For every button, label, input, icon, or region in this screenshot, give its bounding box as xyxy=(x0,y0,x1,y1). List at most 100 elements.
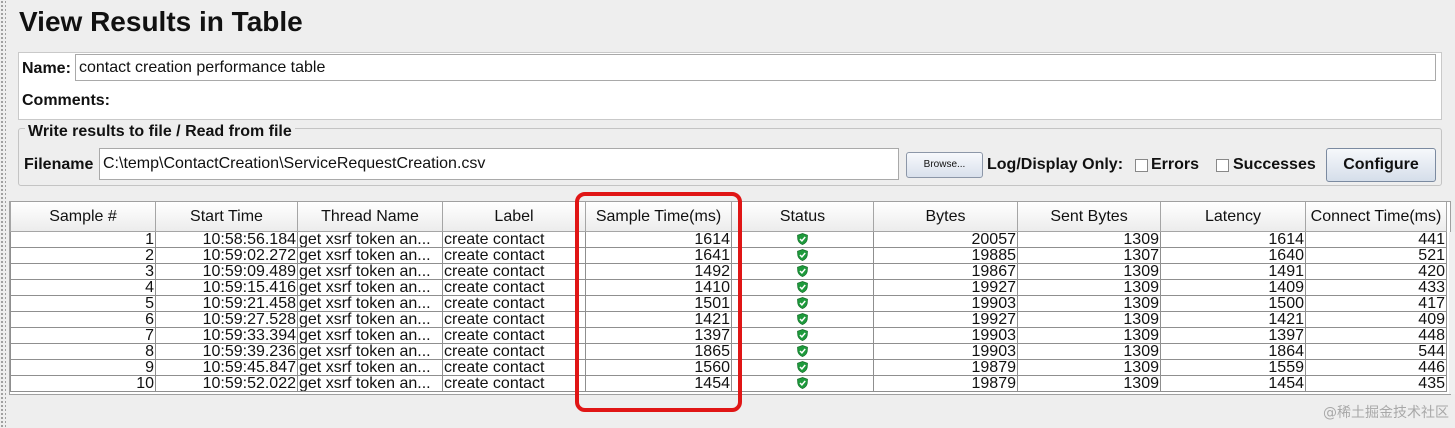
cell-bytes: 19879 xyxy=(873,359,1018,376)
cell-start-time: 10:59:52.022 xyxy=(155,375,298,392)
cell-connect-time: 433 xyxy=(1305,279,1447,296)
cell-label: create contact xyxy=(442,359,586,376)
cell-bytes: 19903 xyxy=(873,343,1018,360)
status-success-icon xyxy=(797,265,808,277)
write-results-group: Write results to file / Read from file F… xyxy=(18,123,1442,186)
cell-latency: 1500 xyxy=(1160,295,1306,312)
cell-sample-number: 10 xyxy=(10,375,156,392)
column-header-thread-name[interactable]: Thread Name xyxy=(297,202,443,232)
cell-thread-name: get xsrf token an... xyxy=(297,327,443,344)
column-header-start-time[interactable]: Start Time xyxy=(155,202,298,232)
cell-sent-bytes: 1309 xyxy=(1017,327,1161,344)
successes-label: Successes xyxy=(1233,156,1316,173)
write-results-legend: Write results to file / Read from file xyxy=(25,123,295,141)
cell-latency: 1454 xyxy=(1160,375,1306,392)
cell-latency: 1421 xyxy=(1160,311,1306,328)
status-success-icon xyxy=(797,249,808,261)
cell-sent-bytes: 1309 xyxy=(1017,231,1161,248)
status-success-icon xyxy=(797,361,808,373)
cell-sent-bytes: 1309 xyxy=(1017,263,1161,280)
cell-connect-time: 409 xyxy=(1305,311,1447,328)
cell-latency: 1640 xyxy=(1160,247,1306,264)
cell-label: create contact xyxy=(442,375,586,392)
page-title: View Results in Table xyxy=(19,6,303,37)
cell-start-time: 10:59:39.236 xyxy=(155,343,298,360)
cell-thread-name: get xsrf token an... xyxy=(297,263,443,280)
cell-connect-time: 446 xyxy=(1305,359,1447,376)
column-header-sample-number[interactable]: Sample # xyxy=(10,202,156,232)
cell-thread-name: get xsrf token an... xyxy=(297,295,443,312)
cell-status xyxy=(731,263,874,280)
status-success-icon xyxy=(797,377,808,389)
name-label: Name: xyxy=(22,60,71,77)
cell-thread-name: get xsrf token an... xyxy=(297,311,443,328)
successes-checkbox[interactable] xyxy=(1216,159,1229,172)
cell-sent-bytes: 1309 xyxy=(1017,311,1161,328)
status-success-icon xyxy=(797,345,808,357)
cell-connect-time: 441 xyxy=(1305,231,1447,248)
cell-label: create contact xyxy=(442,247,586,264)
column-header-connect-time[interactable]: Connect Time(ms) xyxy=(1305,202,1447,232)
errors-checkbox[interactable] xyxy=(1135,159,1148,172)
cell-thread-name: get xsrf token an... xyxy=(297,231,443,248)
cell-sample-number: 3 xyxy=(10,263,156,280)
cell-start-time: 10:59:27.528 xyxy=(155,311,298,328)
cell-sample-number: 4 xyxy=(10,279,156,296)
cell-sent-bytes: 1309 xyxy=(1017,279,1161,296)
cell-status xyxy=(731,343,874,360)
name-comments-panel: Name: contact creation performance table… xyxy=(18,52,1442,120)
cell-latency: 1864 xyxy=(1160,343,1306,360)
cell-sample-number: 9 xyxy=(10,359,156,376)
cell-status xyxy=(731,359,874,376)
cell-start-time: 10:59:33.394 xyxy=(155,327,298,344)
cell-latency: 1409 xyxy=(1160,279,1306,296)
cell-start-time: 10:59:45.847 xyxy=(155,359,298,376)
errors-label: Errors xyxy=(1151,156,1200,173)
status-success-icon xyxy=(797,313,808,325)
status-success-icon xyxy=(797,297,808,309)
cell-label: create contact xyxy=(442,263,586,280)
status-success-icon xyxy=(797,329,808,341)
cell-thread-name: get xsrf token an... xyxy=(297,343,443,360)
cell-connect-time: 544 xyxy=(1305,343,1447,360)
browse-button[interactable]: Browse... xyxy=(906,152,983,178)
column-header-label[interactable]: Label xyxy=(442,202,586,232)
cell-status xyxy=(731,279,874,296)
cell-label: create contact xyxy=(442,231,586,248)
cell-sent-bytes: 1309 xyxy=(1017,295,1161,312)
cell-label: create contact xyxy=(442,343,586,360)
column-header-status[interactable]: Status xyxy=(731,202,874,232)
cell-label: create contact xyxy=(442,311,586,328)
cell-sent-bytes: 1309 xyxy=(1017,359,1161,376)
cell-start-time: 10:59:02.272 xyxy=(155,247,298,264)
cell-status xyxy=(731,327,874,344)
cell-sample-number: 1 xyxy=(10,231,156,248)
cell-sent-bytes: 1309 xyxy=(1017,375,1161,392)
cell-bytes: 19903 xyxy=(873,295,1018,312)
cell-connect-time: 448 xyxy=(1305,327,1447,344)
cell-start-time: 10:59:15.416 xyxy=(155,279,298,296)
name-input[interactable]: contact creation performance table xyxy=(75,54,1436,81)
column-header-sent-bytes[interactable]: Sent Bytes xyxy=(1017,202,1161,232)
cell-thread-name: get xsrf token an... xyxy=(297,375,443,392)
cell-bytes: 20057 xyxy=(873,231,1018,248)
column-header-bytes[interactable]: Bytes xyxy=(873,202,1018,232)
cell-status xyxy=(731,375,874,392)
window-edge-grip xyxy=(0,0,6,428)
cell-start-time: 10:59:21.458 xyxy=(155,295,298,312)
watermark-text: @稀土掘金技术社区 xyxy=(1323,405,1449,421)
column-header-latency[interactable]: Latency xyxy=(1160,202,1306,232)
log-display-only-label: Log/Display Only: xyxy=(987,156,1124,173)
cell-sample-number: 5 xyxy=(10,295,156,312)
cell-connect-time: 420 xyxy=(1305,263,1447,280)
configure-button[interactable]: Configure xyxy=(1326,148,1436,182)
cell-status xyxy=(731,231,874,248)
filename-input[interactable]: C:\temp\ContactCreation\ServiceRequestCr… xyxy=(99,148,899,180)
status-success-icon xyxy=(797,233,808,245)
cell-bytes: 19867 xyxy=(873,263,1018,280)
cell-sent-bytes: 1307 xyxy=(1017,247,1161,264)
cell-bytes: 19885 xyxy=(873,247,1018,264)
cell-thread-name: get xsrf token an... xyxy=(297,279,443,296)
cell-status xyxy=(731,247,874,264)
cell-status xyxy=(731,295,874,312)
